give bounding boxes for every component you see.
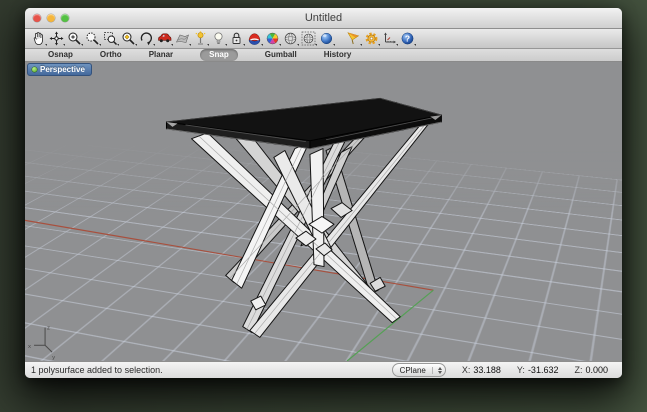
svg-text:?: ? [405, 33, 410, 43]
coordinate-x: X: 33.188 [462, 365, 501, 375]
move-icon[interactable] [49, 31, 64, 46]
viewport-title-badge[interactable]: Perspective [27, 63, 92, 76]
viewport-title: Perspective [40, 65, 85, 74]
gear-icon[interactable] [364, 31, 379, 46]
zoom-window-icon[interactable] [103, 31, 118, 46]
sphere-icon[interactable] [283, 31, 298, 46]
gizmo-z-label: z [47, 326, 50, 332]
cone-icon[interactable] [346, 31, 361, 46]
close-button[interactable] [33, 14, 41, 22]
app-window: Untitled ? Osnap Ortho Planar Snap Gumba… [25, 8, 622, 378]
viewport-canvas[interactable]: z x y [25, 62, 622, 361]
color-wheel-icon[interactable] [265, 31, 280, 46]
sphere-select-icon[interactable] [301, 31, 316, 46]
light-bulb-icon[interactable] [211, 31, 226, 46]
pan-hand-icon[interactable] [31, 31, 46, 46]
status-bar: 1 polysurface added to selection. CPlane… [25, 361, 622, 378]
viewport-perspective[interactable]: z x y Perspective [25, 62, 622, 361]
cplane-dropdown[interactable]: CPlane [392, 363, 446, 377]
map-icon[interactable] [175, 31, 190, 46]
toggle-snap[interactable]: Snap [200, 49, 238, 61]
toggle-gumball[interactable]: Gumball [265, 49, 297, 61]
cplane-axes-icon[interactable] [382, 31, 397, 46]
lamp-icon[interactable] [193, 31, 208, 46]
y-axis-line [347, 290, 433, 361]
help-icon[interactable]: ? [400, 31, 415, 46]
viewport-active-dot-icon [32, 67, 37, 72]
gizmo-y-label: y [52, 355, 55, 361]
zoom-button[interactable] [61, 14, 69, 22]
status-bar-right: CPlane X: 33.188 Y: -31.632 Z: 0.000 [392, 363, 608, 377]
sphere-rendered-icon[interactable] [319, 31, 334, 46]
coordinate-z: Z: 0.000 [574, 365, 608, 375]
main-toolbar: ? [25, 29, 622, 49]
dropdown-arrows-icon [432, 367, 442, 374]
car-icon[interactable] [157, 31, 172, 46]
toggle-osnap[interactable]: Osnap [48, 49, 73, 61]
status-message: 1 polysurface added to selection. [31, 365, 163, 375]
lock-icon[interactable] [229, 31, 244, 46]
cplane-value: CPlane [400, 366, 426, 375]
toggle-planar[interactable]: Planar [149, 49, 173, 61]
axis-gizmo-labels: z x y [28, 326, 55, 361]
traffic-lights [33, 14, 69, 22]
minimize-button[interactable] [47, 14, 55, 22]
gizmo-x-label: x [28, 344, 31, 350]
coordinate-y: Y: -31.632 [517, 365, 559, 375]
shell-icon[interactable] [247, 31, 262, 46]
zoom-circle-icon[interactable] [85, 31, 100, 46]
toggle-history[interactable]: History [324, 49, 352, 61]
zoom-selected-icon[interactable] [121, 31, 136, 46]
title-bar[interactable]: Untitled [25, 8, 622, 29]
toggle-ortho[interactable]: Ortho [100, 49, 122, 61]
zoom-in-icon[interactable] [67, 31, 82, 46]
window-title: Untitled [305, 12, 342, 24]
modeling-aids-bar: Osnap Ortho Planar Snap Gumball History [25, 49, 622, 62]
rotate-view-icon[interactable] [139, 31, 154, 46]
